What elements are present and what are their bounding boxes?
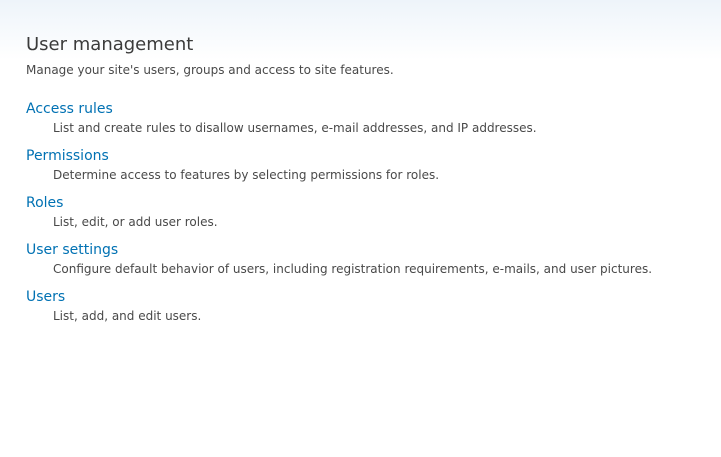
page-title: User management [26,34,194,55]
section-description: Manage your site's users, groups and acc… [26,63,394,77]
roles-description: List, edit, or add user roles. [53,215,218,229]
access-rules-description: List and create rules to disallow userna… [53,121,537,135]
access-rules-link[interactable]: Access rules [26,100,706,118]
admin-panel: User management Manage your site's users… [0,0,721,457]
permissions-link[interactable]: Permissions [26,147,706,165]
list-item-users: Users List, add, and edit users. [26,288,706,325]
roles-link[interactable]: Roles [26,194,706,212]
admin-panel-content: User management Manage your site's users… [26,34,706,335]
admin-list: Access rules List and create rules to di… [26,100,706,325]
list-item-access-rules: Access rules List and create rules to di… [26,100,706,137]
permissions-description: Determine access to features by selectin… [53,168,440,182]
users-description: List, add, and edit users. [53,309,202,323]
list-item-permissions: Permissions Determine access to features… [26,147,706,184]
list-item-roles: Roles List, edit, or add user roles. [26,194,706,231]
user-settings-link[interactable]: User settings [26,241,706,259]
list-item-user-settings: User settings Configure default behavior… [26,241,706,278]
users-link[interactable]: Users [26,288,706,306]
user-settings-description: Configure default behavior of users, inc… [53,262,653,276]
